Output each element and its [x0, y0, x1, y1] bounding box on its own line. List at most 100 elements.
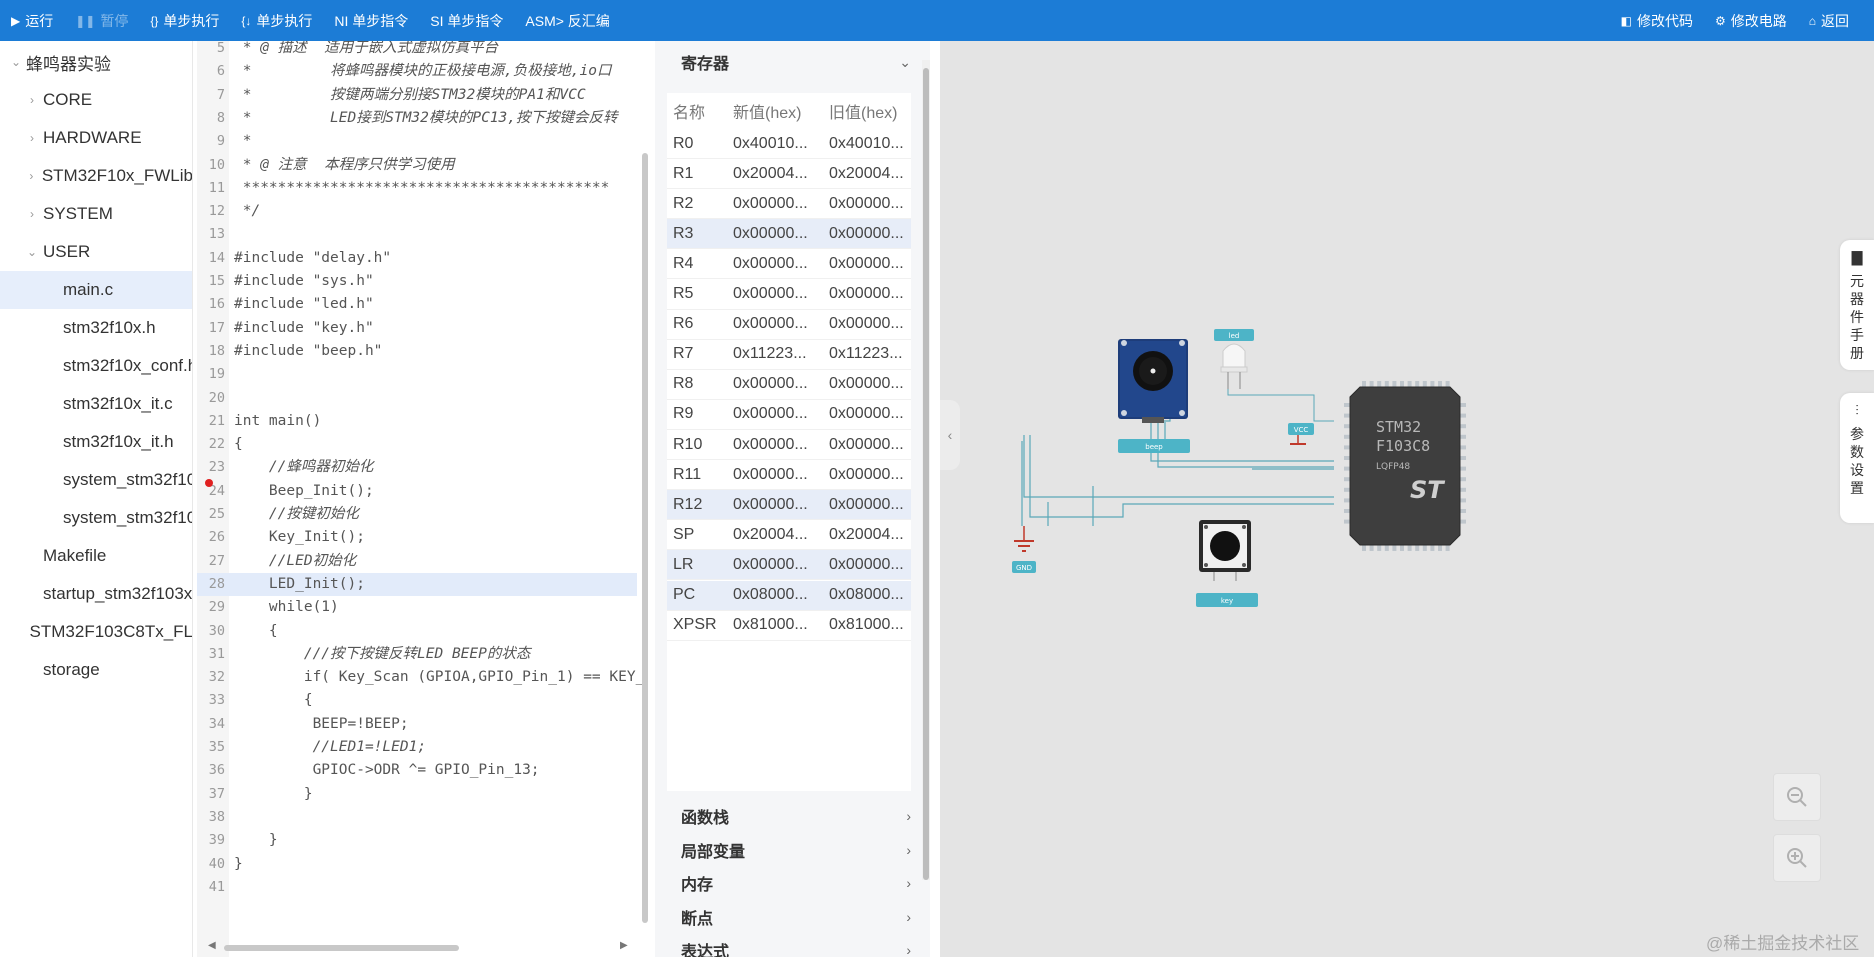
- edit-circuit-button[interactable]: ⚙ 修改电路: [1704, 0, 1798, 41]
- scrollbar-thumb[interactable]: [224, 945, 459, 951]
- code-line[interactable]: 30 {: [197, 620, 637, 643]
- register-name: R5: [673, 285, 694, 302]
- code-line[interactable]: 12 */: [197, 200, 637, 223]
- code-line[interactable]: 17 #include "key.h": [197, 317, 637, 340]
- tree-item[interactable]: system_stm32f10: [0, 461, 192, 499]
- code-line[interactable]: 7 * 按键两端分别接STM32模块的PA1和VCC: [197, 84, 637, 107]
- tree-item[interactable]: storage: [0, 651, 192, 689]
- code-line[interactable]: 11 *************************************…: [197, 177, 637, 200]
- scrollbar-thumb[interactable]: [923, 68, 929, 880]
- tree-item[interactable]: ⌄ USER: [0, 233, 192, 271]
- code-line[interactable]: 40}: [197, 853, 637, 876]
- code-line[interactable]: 21 int main(): [197, 410, 637, 433]
- code-line[interactable]: 20: [197, 387, 637, 410]
- code-text: ///按下按键反转LED BEEP的状态: [234, 645, 531, 662]
- tree-item[interactable]: stm32f10x_it.c: [0, 385, 192, 423]
- code-line[interactable]: 36 GPIOC->ODR ^= GPIO_Pin_13;: [197, 759, 637, 782]
- code-line[interactable]: 18 #include "beep.h": [197, 340, 637, 363]
- buzzer-module: beep: [1118, 339, 1190, 453]
- editor-horizontal-scrollbar[interactable]: ◀ ▶: [208, 940, 628, 953]
- debug-section-header[interactable]: 局部变量 ›: [655, 831, 923, 869]
- zoom-out-button[interactable]: [1773, 773, 1821, 821]
- step-into-button[interactable]: {↓ 单步执行: [230, 0, 323, 41]
- tree-item[interactable]: system_stm32f10: [0, 499, 192, 537]
- code-text: *: [234, 133, 252, 150]
- code-line[interactable]: 15 #include "sys.h": [197, 270, 637, 293]
- code-editor[interactable]: 5 * @ 描述 适用于嵌入式虚拟仿真平台 6 * 将蜂鸣器模块的正极接电源,负极…: [197, 41, 650, 957]
- code-line[interactable]: 9 *: [197, 130, 637, 153]
- code-line[interactable]: 24 Beep_Init();: [197, 480, 637, 503]
- tree-item[interactable]: stm32f10x.h: [0, 309, 192, 347]
- code-line[interactable]: 16 #include "led.h": [197, 293, 637, 316]
- register-old: 0x00000...: [829, 254, 904, 272]
- code-line[interactable]: 38: [197, 806, 637, 829]
- register-name: R8: [673, 375, 694, 393]
- registers-header[interactable]: 寄存器 ⌄: [655, 43, 923, 81]
- code-line[interactable]: 5 * @ 描述 适用于嵌入式虚拟仿真平台: [197, 41, 637, 60]
- code-line[interactable]: 26 Key_Init();: [197, 526, 637, 549]
- tree-item[interactable]: startup_stm32f103x: [0, 575, 192, 613]
- editor-vertical-scrollbar[interactable]: [640, 41, 650, 941]
- tree-item-label: STM32F103C8Tx_FL: [29, 622, 193, 641]
- circuit-canvas[interactable]: beep led VCC GND key STM32 F103C8 LQFP48…: [940, 41, 1874, 957]
- register-new: 0x00000...: [733, 224, 808, 242]
- debug-panel-scrollbar[interactable]: [922, 60, 930, 880]
- tree-item[interactable]: › SYSTEM: [0, 195, 192, 233]
- tree-item[interactable]: › CORE: [0, 81, 192, 119]
- disassemble-button[interactable]: ASM> 反汇编: [514, 0, 620, 41]
- code-line[interactable]: 6 * 将蜂鸣器模块的正极接电源,负极接地,io口: [197, 60, 637, 83]
- code-line[interactable]: 34 BEEP=!BEEP;: [197, 713, 637, 736]
- tree-item[interactable]: STM32F103C8Tx_FL: [0, 613, 193, 651]
- edit-code-button[interactable]: ◧ 修改代码: [1610, 0, 1704, 41]
- run-button[interactable]: ▶ 运行: [0, 0, 64, 41]
- register-new: 0x00000...: [733, 315, 808, 333]
- code-line[interactable]: 41: [197, 876, 637, 899]
- code-line[interactable]: 19: [197, 363, 637, 386]
- breakpoint-marker[interactable]: [205, 479, 213, 487]
- tree-item[interactable]: stm32f10x_it.h: [0, 423, 192, 461]
- code-line[interactable]: 35 //LED1=!LED1;: [197, 736, 637, 759]
- debug-section-header[interactable]: 内存 ›: [655, 864, 923, 902]
- tree-item[interactable]: stm32f10x_conf.h: [0, 347, 192, 385]
- tree-item[interactable]: main.c: [0, 271, 192, 309]
- code-line[interactable]: 13: [197, 223, 637, 246]
- zoom-in-button[interactable]: [1773, 834, 1821, 882]
- code-line[interactable]: 29 while(1): [197, 596, 637, 619]
- code-line[interactable]: 39 }: [197, 829, 637, 852]
- code-line[interactable]: 32 if( Key_Scan (GPIOA,GPIO_Pin_1) == KE…: [197, 666, 645, 689]
- code-line[interactable]: 31 ///按下按键反转LED BEEP的状态: [197, 643, 637, 666]
- code-line[interactable]: 25 //按键初始化: [197, 503, 637, 526]
- code-line[interactable]: 22 {: [197, 433, 637, 456]
- tree-item[interactable]: › HARDWARE: [0, 119, 192, 157]
- debug-section-header[interactable]: 表达式 ›: [655, 931, 923, 957]
- scroll-right-icon[interactable]: ▶: [620, 940, 628, 951]
- chip-line2: F103C8: [1376, 437, 1430, 455]
- ni-step-button[interactable]: NI 单步指令: [323, 0, 419, 41]
- code-line[interactable]: 23 //蜂鸣器初始化: [197, 456, 637, 479]
- code-line[interactable]: 27 //LED初始化: [197, 550, 637, 573]
- component-manual-tab[interactable]: ▇ 元器件手册: [1840, 240, 1874, 370]
- code-line[interactable]: 8 * LED接到STM32模块的PC13,按下按键会反转: [197, 107, 637, 130]
- debug-section-header[interactable]: 断点 ›: [655, 898, 923, 936]
- debug-section-header[interactable]: 函数栈 ›: [655, 797, 923, 835]
- scroll-left-icon[interactable]: ◀: [208, 940, 216, 951]
- code-line[interactable]: 28 LED_Init();: [197, 572, 637, 596]
- tree-item-label: STM32F10x_FWLib: [41, 166, 193, 185]
- back-button[interactable]: ⌂ 返回: [1798, 0, 1860, 41]
- line-number: 17: [208, 319, 225, 336]
- pause-button[interactable]: ❚❚ 暂停: [64, 0, 139, 41]
- tree-item[interactable]: › STM32F10x_FWLib: [0, 157, 193, 195]
- code-text: }: [234, 785, 313, 802]
- circuit-diagram: beep led VCC GND key STM32 F103C8 LQFP48…: [1012, 329, 1466, 607]
- code-line[interactable]: 37 }: [197, 783, 637, 806]
- step-over-button[interactable]: {} 单步执行: [139, 0, 230, 41]
- code-line[interactable]: 33 {: [197, 689, 637, 712]
- scrollbar-thumb[interactable]: [642, 153, 648, 923]
- tree-root[interactable]: ⌄ 蜂鸣器实验: [0, 43, 192, 81]
- tree-item[interactable]: Makefile: [0, 537, 192, 575]
- code-line[interactable]: 14 #include "delay.h": [197, 247, 637, 270]
- code-line[interactable]: 10 * @ 注意 本程序只供学习使用: [197, 154, 637, 177]
- si-step-button[interactable]: SI 单步指令: [419, 0, 514, 41]
- parameter-settings-tab[interactable]: ⫶ 参数设置: [1840, 393, 1874, 523]
- collapse-panel-button[interactable]: ‹: [940, 400, 960, 470]
